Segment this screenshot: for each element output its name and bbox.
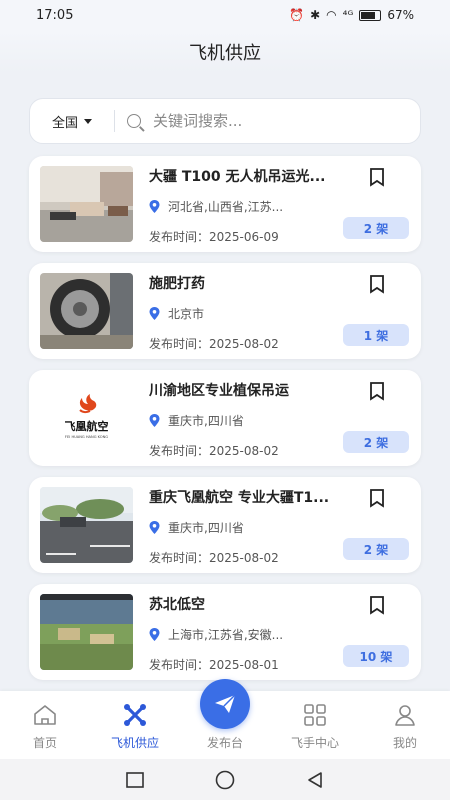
bookmark-icon[interactable] — [369, 275, 385, 294]
listing-card[interactable]: 飞凰航空 FEI HUANG HANG KONG 川渝地区专业植保吊运 重庆市,… — [29, 370, 421, 466]
location-text: 重庆市,四川省 — [168, 414, 244, 428]
publish-date: 发布时间：2025-08-02 — [149, 551, 279, 565]
status-bar: 17:05 ⏰ ✱ ◠ ⁴ᴳ 67% — [0, 0, 450, 30]
battery-percent: 67% — [387, 8, 414, 22]
bookmark-icon[interactable] — [369, 596, 385, 615]
back-icon[interactable] — [306, 771, 324, 789]
quantity-badge: 2 架 — [343, 538, 409, 560]
paper-plane-icon — [215, 694, 236, 713]
listing-thumbnail — [40, 273, 133, 349]
wifi-icon: ◠ — [326, 8, 337, 22]
listing-location: 重庆市,四川省 — [149, 412, 349, 429]
listing-location: 河北省,山西省,江苏... — [149, 198, 349, 215]
quantity-badge: 1 架 — [343, 324, 409, 346]
listing-title: 重庆飞凰航空 专业大疆T1... — [149, 490, 330, 506]
quantity-badge: 2 架 — [343, 431, 409, 453]
location-text: 河北省,山西省,江苏... — [168, 200, 284, 214]
caret-down-icon — [84, 118, 93, 124]
bottom-tabbar: 首页 飞机供应 发布台 飞手中心 我的 — [0, 679, 450, 759]
tab-supply-label: 飞机供应 — [110, 736, 159, 750]
bookmark-icon[interactable] — [369, 382, 385, 401]
system-navbar — [0, 759, 450, 800]
signal-icon: ⁴ᴳ — [342, 8, 354, 22]
bookmark-icon[interactable] — [369, 168, 385, 187]
location-text: 北京市 — [168, 307, 205, 321]
recents-icon[interactable] — [125, 771, 144, 788]
tab-pilot-label: 飞手中心 — [290, 736, 339, 750]
listing-thumbnail: 飞凰航空 FEI HUANG HANG KONG — [40, 380, 133, 456]
listing-thumbnail — [40, 166, 133, 242]
listing-card[interactable]: 施肥打药 北京市 发布时间：2025-08-02 1 架 — [29, 263, 421, 359]
tab-pilot-center[interactable]: 飞手中心 — [270, 691, 360, 759]
publish-button[interactable] — [200, 679, 250, 729]
quantity-badge: 10 架 — [343, 645, 409, 667]
bluetooth-icon: ✱ — [310, 8, 321, 22]
listing-title: 大疆 T100 无人机吊运光... — [149, 169, 326, 185]
location-pin-icon — [149, 414, 160, 427]
location-pin-icon — [149, 307, 160, 320]
alarm-icon: ⏰ — [289, 8, 305, 22]
home-icon — [34, 705, 56, 725]
quantity-badge: 2 架 — [343, 217, 409, 239]
logo-text: 飞凰航空 — [65, 419, 109, 433]
listing-card[interactable]: 重庆飞凰航空 专业大疆T1... 重庆市,四川省 发布时间：2025-08-02… — [29, 477, 421, 573]
tab-mine[interactable]: 我的 — [360, 691, 450, 759]
listing-location: 上海市,江苏省,安徽... — [149, 626, 349, 643]
listing-list: 大疆 T100 无人机吊运光... 河北省,山西省,江苏... 发布时间：202… — [29, 156, 421, 691]
tab-aircraft-supply[interactable]: 飞机供应 — [90, 691, 180, 759]
region-label: 全国 — [52, 115, 79, 131]
tab-home[interactable]: 首页 — [0, 691, 90, 759]
tab-publish[interactable]: 发布台 — [180, 679, 270, 759]
location-text: 重庆市,四川省 — [168, 521, 244, 535]
page-title: 飞机供应 — [189, 43, 261, 64]
drone-icon — [124, 704, 146, 726]
battery-icon — [359, 9, 382, 21]
tab-home-label: 首页 — [32, 736, 57, 750]
search-input[interactable] — [153, 112, 408, 130]
listing-title: 川渝地区专业植保吊运 — [149, 383, 289, 399]
publish-date: 发布时间：2025-06-09 — [149, 230, 279, 244]
bookmark-icon[interactable] — [369, 489, 385, 508]
tab-mine-label: 我的 — [392, 736, 417, 750]
listing-thumbnail — [40, 594, 133, 670]
home-circle-icon[interactable] — [215, 770, 235, 790]
listing-title: 苏北低空 — [149, 597, 205, 613]
publish-date: 发布时间：2025-08-02 — [149, 337, 279, 351]
listing-card[interactable]: 苏北低空 上海市,江苏省,安徽... 发布时间：2025-08-01 10 架 — [29, 584, 421, 680]
location-pin-icon — [149, 521, 160, 534]
listing-thumbnail — [40, 487, 133, 563]
search-bar: 全国 — [29, 98, 421, 144]
listing-location: 重庆市,四川省 — [149, 519, 349, 536]
user-icon — [395, 705, 415, 726]
listing-location: 北京市 — [149, 305, 349, 322]
status-icons: ⏰ ✱ ◠ ⁴ᴳ 67% — [289, 8, 414, 22]
publish-date: 发布时间：2025-08-02 — [149, 444, 279, 458]
listing-card[interactable]: 大疆 T100 无人机吊运光... 河北省,山西省,江苏... 发布时间：202… — [29, 156, 421, 252]
search-divider — [114, 110, 116, 132]
listing-title: 施肥打药 — [149, 276, 205, 292]
logo-subtext: FEI HUANG HANG KONG — [65, 435, 108, 439]
location-pin-icon — [149, 628, 160, 641]
tab-publish-label: 发布台 — [206, 736, 243, 750]
status-time: 17:05 — [36, 7, 74, 23]
app-header: 飞机供应 — [0, 30, 450, 74]
grid-icon — [304, 704, 326, 726]
publish-date: 发布时间：2025-08-01 — [149, 658, 279, 672]
region-selector[interactable]: 全国 — [52, 112, 93, 131]
search-icon — [127, 114, 142, 128]
location-pin-icon — [149, 200, 160, 213]
location-text: 上海市,江苏省,安徽... — [168, 628, 284, 642]
feihuang-logo: 飞凰航空 FEI HUANG HANG KONG — [40, 380, 133, 456]
